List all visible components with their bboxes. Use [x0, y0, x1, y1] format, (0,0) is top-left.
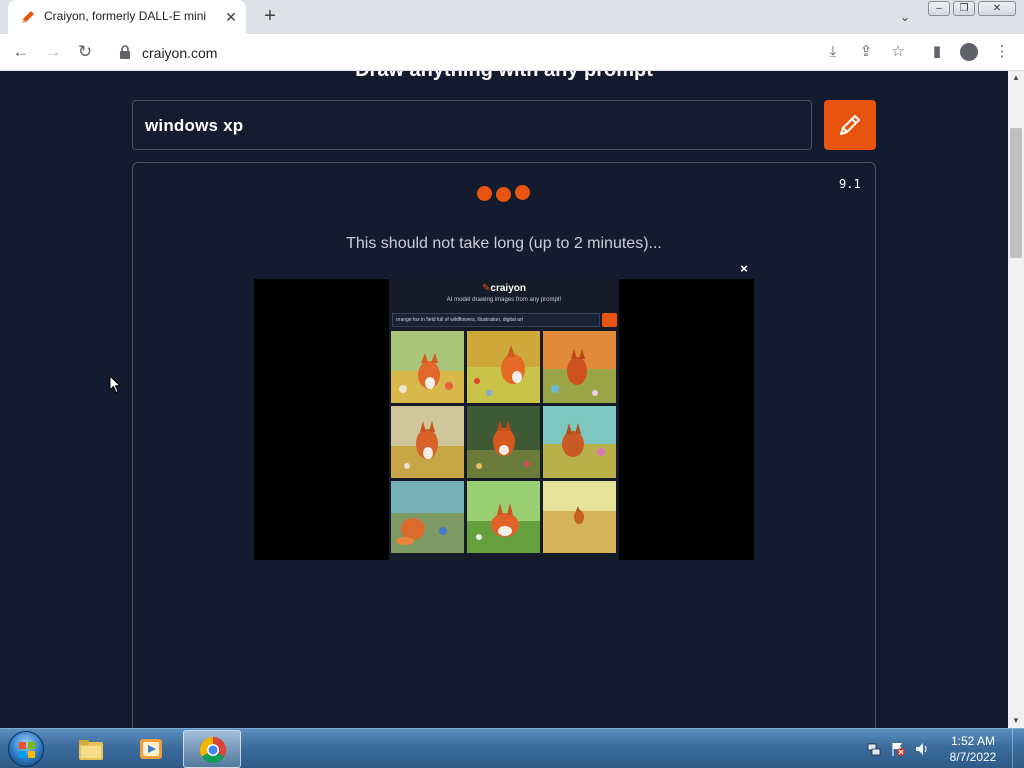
fox-image-thumbnail [467, 331, 540, 403]
taskbar-media-player[interactable] [122, 730, 180, 768]
address-bar[interactable]: craiyon.com [108, 38, 828, 67]
wait-message: This should not take long (up to 2 minut… [346, 235, 662, 252]
pencil-icon [22, 11, 34, 23]
clock-time: 1:52 AM [950, 734, 996, 748]
window-close-button[interactable]: ✕ [978, 1, 1016, 16]
loading-dot [477, 186, 492, 201]
reload-button[interactable]: ↻ [73, 40, 97, 64]
tab-craiyon[interactable]: Craiyon, formerly DALL-E mini ✕ [8, 0, 246, 34]
windows-logo-icon [19, 742, 35, 758]
system-clock[interactable]: 1:52 AM 8/7/2022 [938, 733, 1008, 765]
fox-image-thumbnail [391, 481, 464, 553]
kebab-menu-icon[interactable]: ⋮ [991, 41, 1013, 63]
pencil-icon [840, 115, 860, 135]
loading-dot [515, 185, 530, 200]
chrome-icon [199, 736, 227, 764]
show-desktop-button[interactable] [1012, 729, 1024, 768]
bookmark-star-icon[interactable]: ☆ [887, 41, 909, 63]
start-button[interactable] [8, 731, 44, 767]
share-icon[interactable]: ⇪ [855, 41, 877, 63]
browser-toolbar: ← → ↻ craiyon.com ⤓ ⇪ ☆ ▮ ⋮ [0, 34, 1024, 71]
ad-subtitle: AI model drawing images from any prompt! [446, 297, 562, 303]
scrollbar-thumb[interactable] [1010, 128, 1022, 258]
prompt-input[interactable]: windows xp [132, 100, 812, 150]
video-ad[interactable]: ✎craiyon AI model drawing images from an… [254, 279, 754, 560]
fox-image-thumbnail [391, 406, 464, 478]
scroll-down-arrow-icon[interactable]: ▼ [1008, 714, 1024, 728]
version-label: 9.1 [839, 177, 861, 191]
page-heading: Draw anything with any prompt [0, 71, 1008, 82]
url-text: craiyon.com [142, 45, 218, 61]
forward-button[interactable]: → [41, 40, 65, 64]
fox-image-thumbnail [467, 406, 540, 478]
restore-button[interactable]: ❐ [953, 1, 975, 16]
ad-image-grid [391, 331, 617, 557]
loading-indicator [477, 185, 537, 202]
draw-button[interactable] [824, 100, 876, 150]
clock-date: 8/7/2022 [949, 750, 997, 764]
action-center-flag-icon[interactable] [890, 741, 906, 757]
ad-prompt-field: orange fox in field full of wildflowers,… [392, 313, 600, 327]
minimize-button[interactable]: – [928, 1, 950, 16]
back-button[interactable]: ← [9, 40, 33, 64]
lock-icon [120, 45, 130, 59]
taskbar-explorer[interactable] [62, 730, 120, 768]
ad-preview: ✎craiyon AI model drawing images from an… [389, 279, 619, 560]
craiyon-page: Draw anything with any prompt windows xp… [0, 71, 1008, 728]
fox-image-thumbnail [543, 406, 616, 478]
taskbar-chrome[interactable] [183, 730, 241, 768]
fox-image-thumbnail [467, 481, 540, 553]
tab-strip: Craiyon, formerly DALL-E mini ✕ + ⌄ – ❐ … [0, 0, 1024, 34]
profile-avatar-icon[interactable] [958, 41, 980, 63]
tab-title: Craiyon, formerly DALL-E mini [44, 9, 207, 23]
close-tab-icon[interactable]: ✕ [222, 8, 240, 26]
network-icon[interactable] [866, 741, 882, 757]
page-scrollbar[interactable]: ▲ ▼ [1008, 71, 1024, 728]
fox-image-thumbnail [543, 481, 616, 553]
ad-logo: ✎craiyon [482, 283, 526, 294]
new-tab-button[interactable]: + [258, 5, 282, 29]
side-panel-icon[interactable]: ▮ [926, 41, 948, 63]
fox-image-thumbnail [391, 331, 464, 403]
media-player-icon [140, 739, 162, 759]
windows-taskbar: 1:52 AM 8/7/2022 [0, 728, 1024, 768]
mouse-cursor-icon [109, 375, 121, 394]
folder-icon [79, 740, 103, 760]
scroll-up-arrow-icon[interactable]: ▲ [1008, 71, 1024, 85]
ad-close-icon[interactable]: × [738, 262, 750, 275]
loading-dot [496, 187, 511, 202]
fox-image-thumbnail [543, 331, 616, 403]
install-app-icon[interactable]: ⤓ [822, 41, 844, 63]
tab-search-chevron-icon[interactable]: ⌄ [896, 8, 914, 26]
volume-icon[interactable] [914, 741, 930, 757]
prompt-input-value: windows xp [145, 116, 244, 135]
ad-draw-button [602, 313, 617, 327]
